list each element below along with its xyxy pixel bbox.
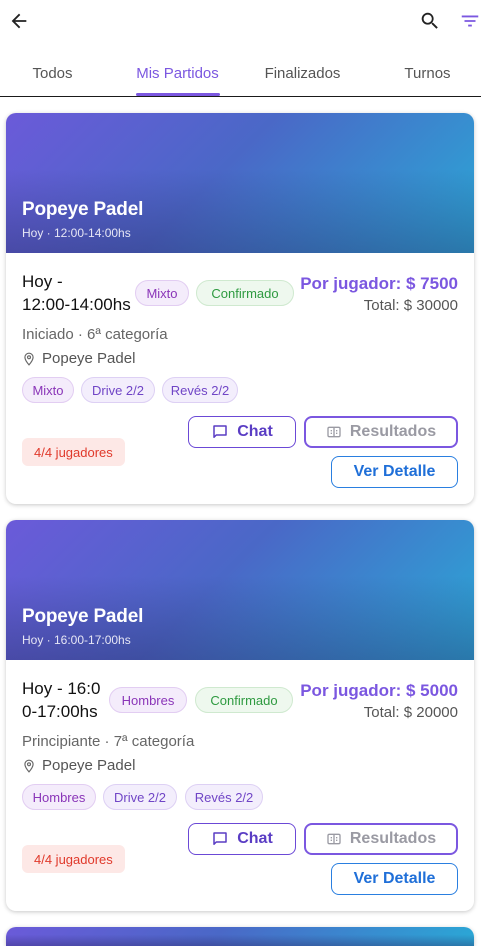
tag-gender: Hombres: [22, 784, 96, 810]
tag-drive: Drive 2/2: [81, 377, 155, 403]
players-count-badge: 4/4 jugadores: [22, 845, 125, 873]
total-price: Total: $ 30000: [363, 297, 458, 314]
venue-banner: Popeye Padel Hoy · 16:00-17:00hs: [6, 520, 474, 660]
view-detail-button[interactable]: Ver Detalle: [331, 863, 458, 895]
gender-badge: Hombres: [109, 687, 187, 713]
location-pin-icon: [24, 759, 34, 773]
filter-icon[interactable]: [456, 7, 481, 35]
scoreboard-icon: [327, 833, 341, 845]
gender-badge: Mixto: [135, 280, 189, 306]
active-tab-indicator: [136, 93, 220, 96]
venue-banner: [6, 927, 474, 946]
match-card[interactable]: Popeye Padel Hoy · 12:00-14:00hs Hoy - 1…: [6, 113, 474, 504]
players-count-badge: 4/4 jugadores: [22, 438, 125, 466]
level-category: Iniciado · 6ª categoría: [22, 326, 168, 343]
scoreboard-icon: [327, 426, 341, 438]
match-card[interactable]: [6, 927, 474, 946]
venue-title: Popeye Padel: [22, 606, 144, 627]
match-time-line: Hoy - 16:0: [22, 679, 101, 698]
tag-drive: Drive 2/2: [103, 784, 177, 810]
venue-title: Popeye Padel: [22, 199, 144, 220]
chat-button[interactable]: Chat: [188, 823, 296, 855]
status-badge: Confirmado: [195, 687, 293, 713]
status-badge: Confirmado: [196, 280, 294, 306]
venue-time: Hoy · 12:00-14:00hs: [22, 226, 131, 240]
match-time-line: Hoy -: [22, 272, 63, 291]
location: Popeye Padel: [22, 350, 135, 367]
results-button[interactable]: Resultados: [304, 416, 458, 448]
top-app-bar: [0, 0, 481, 44]
match-time-line: 12:00-14:00hs: [22, 295, 131, 314]
location-label: Popeye Padel: [42, 757, 136, 774]
tag-reves: Revés 2/2: [185, 784, 263, 810]
tab-mis-partidos[interactable]: Mis Partidos: [120, 50, 235, 96]
price-per-player: Por jugador: $ 5000: [300, 681, 458, 700]
venue-time: Hoy · 16:00-17:00hs: [22, 633, 131, 647]
venue-banner: Popeye Padel Hoy · 12:00-14:00hs: [6, 113, 474, 253]
level-category: Principiante · 7ª categoría: [22, 733, 195, 750]
view-detail-button[interactable]: Ver Detalle: [331, 456, 458, 488]
tab-bar: Todos Mis Partidos Finalizados Turnos: [0, 50, 481, 97]
total-price: Total: $ 20000: [363, 704, 458, 721]
location: Popeye Padel: [22, 757, 135, 774]
tab-finalizados[interactable]: Finalizados: [245, 50, 360, 96]
match-card[interactable]: Popeye Padel Hoy · 16:00-17:00hs Hoy - 1…: [6, 520, 474, 911]
search-icon[interactable]: [416, 7, 444, 35]
tab-turnos[interactable]: Turnos: [370, 50, 481, 96]
chat-icon: [213, 425, 227, 438]
results-button[interactable]: Resultados: [304, 823, 458, 855]
tag-gender: Mixto: [22, 377, 74, 403]
location-label: Popeye Padel: [42, 350, 136, 367]
results-label: Resultados: [349, 423, 437, 440]
location-pin-icon: [24, 352, 34, 366]
tab-todos[interactable]: Todos: [0, 50, 105, 96]
match-time: Hoy - 12:00-14:00hs: [22, 270, 134, 316]
chat-button[interactable]: Chat: [188, 416, 296, 448]
price-per-player: Por jugador: $ 7500: [300, 274, 458, 293]
chat-icon: [213, 832, 227, 845]
match-time: Hoy - 16:0 0-17:00hs: [22, 677, 107, 723]
tag-reves: Revés 2/2: [162, 377, 238, 403]
results-label: Resultados: [349, 830, 437, 847]
match-time-line: 0-17:00hs: [22, 702, 98, 721]
chat-label: Chat: [237, 423, 273, 440]
chat-label: Chat: [237, 830, 273, 847]
arrow-back-icon[interactable]: [5, 7, 33, 35]
